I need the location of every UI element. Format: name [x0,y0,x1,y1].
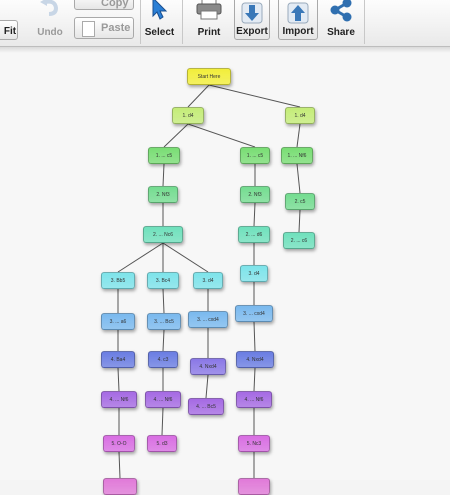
tree-node[interactable]: 2. Nf3 [240,186,270,203]
tree-node[interactable]: 2. ... d6 [238,226,270,243]
tree-edge [117,367,120,392]
tree-node[interactable]: 3. ... Bc5 [147,313,181,330]
tree-node[interactable]: 4. Ba4 [101,351,135,368]
tree-node[interactable]: 1. ... c5 [240,147,270,164]
tree-node[interactable]: 5. d3 [147,435,177,452]
tree-node[interactable]: 3. ... cxd4 [188,311,228,328]
tree-node[interactable]: 2. Nf3 [148,186,178,203]
tree-edge [296,163,301,194]
tree-edge [298,209,301,233]
tree-edge [162,242,209,273]
tree-node[interactable]: 5. O-O [103,435,135,452]
tree-edge [208,84,301,108]
tree-edge [187,123,256,148]
tree-edge [163,123,189,148]
tree-edge [205,374,209,399]
tree-node[interactable]: 2. c5 [285,193,315,210]
tree-node[interactable]: 3. Bc4 [147,272,179,289]
tree-edge [296,123,301,148]
tree-edge [161,407,164,436]
tree-node[interactable]: 1. ... Nf6 [281,147,313,164]
tree-node[interactable]: 1. d4 [285,107,315,124]
tree-edge [162,288,165,314]
tree-node[interactable]: 3. ... a6 [101,313,135,330]
tree-node[interactable]: 3. ... cxd4 [235,305,273,322]
tree-node[interactable] [103,478,137,495]
tree-node[interactable]: 4. ... Nf6 [101,391,137,408]
tree-edge [117,242,164,273]
tree-node[interactable]: 2. ... c6 [283,232,315,249]
tree-node[interactable] [238,478,270,495]
tree-node[interactable]: 4. Nxd4 [190,358,226,375]
tree-edge [187,84,210,108]
tree-node[interactable]: 4. ... Nf6 [236,391,272,408]
tree-node-root[interactable]: Start Here [187,68,231,85]
tree-node[interactable]: 3. d4 [240,265,268,282]
tree-node[interactable]: 4. Nxd4 [236,351,274,368]
tree-edge [253,202,256,227]
tree-node[interactable]: 3. d4 [193,272,223,289]
tree-node[interactable]: 2. ... Nc6 [143,226,183,243]
tree-edge [118,451,121,479]
tree-edge [162,329,165,352]
tree-edge [162,163,165,187]
tree-edge [253,367,256,392]
tree-node[interactable]: 1. d4 [172,107,204,124]
tree-node[interactable]: 4. c3 [148,351,178,368]
tree-node[interactable]: 4. ... Nf6 [145,391,181,408]
tree-node[interactable]: 4. ... Bc5 [188,398,224,415]
tree-node[interactable]: 5. Nc3 [238,435,270,452]
tree-node[interactable]: 3. Bb5 [101,272,135,289]
tree-node[interactable]: 1. ... c5 [148,147,180,164]
tree-edge [253,321,256,352]
